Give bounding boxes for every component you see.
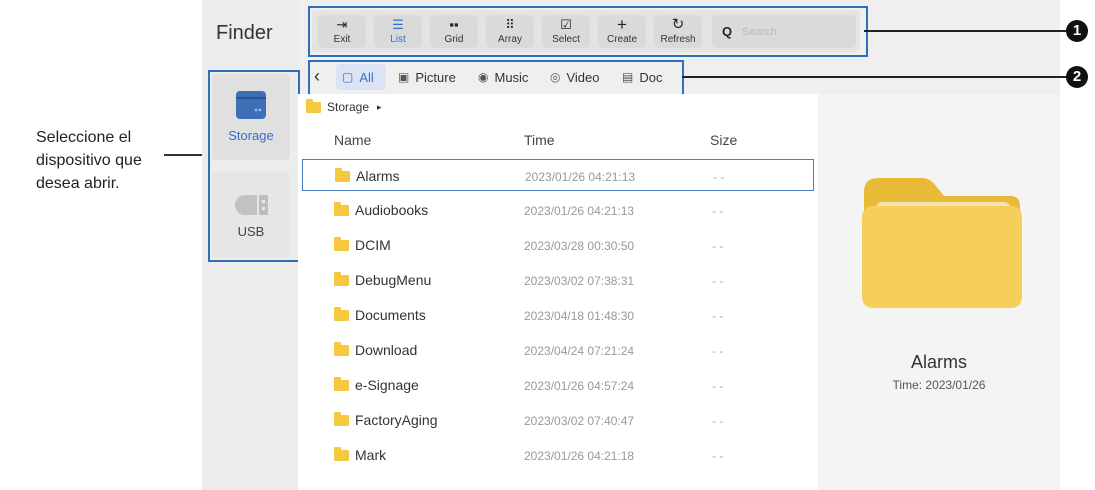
file-name: Mark: [355, 447, 387, 463]
folder-icon: [334, 376, 349, 391]
callout-line-2: [682, 76, 1068, 78]
file-time: 2023/01/26 04:57:24: [524, 379, 635, 393]
file-size: - -: [712, 344, 724, 358]
file-name: e-Signage: [355, 377, 419, 393]
folder-icon: [334, 306, 349, 321]
file-row[interactable]: Documents 2023/04/18 01:48:30 - -: [302, 299, 814, 331]
callout-number-1: 1: [1066, 20, 1088, 42]
file-size: - -: [712, 449, 724, 463]
app-title: Finder: [216, 22, 273, 44]
file-time: 2023/03/02 07:40:47: [524, 414, 635, 428]
file-time: 2023/01/26 04:21:13: [525, 170, 636, 184]
callout-number-2: 2: [1066, 66, 1088, 88]
column-header-name[interactable]: Name: [334, 132, 371, 148]
file-name: Alarms: [356, 168, 400, 184]
file-time: 2023/04/24 07:21:24: [524, 344, 635, 358]
callout-line-1: [864, 30, 1068, 32]
folder-icon: [334, 446, 349, 461]
file-time: 2023/03/02 07:38:31: [524, 274, 635, 288]
file-size: - -: [713, 170, 725, 184]
column-header-size[interactable]: Size: [710, 132, 737, 148]
file-name-cell: Documents: [334, 306, 426, 323]
file-name-cell: Alarms: [335, 167, 400, 184]
file-name-cell: DebugMenu: [334, 271, 432, 288]
column-header-time[interactable]: Time: [524, 132, 555, 148]
file-name: FactoryAging: [355, 412, 438, 428]
filter-highlight-box: [308, 60, 684, 98]
device-highlight-box: [208, 70, 300, 262]
finder-window: Finder Storage USB ⇥ Exit ☰ List ▪▪ Grid…: [202, 0, 1060, 490]
file-name-cell: Mark: [334, 446, 387, 463]
breadcrumb[interactable]: Storage ▸: [306, 98, 382, 114]
file-name-cell: Download: [334, 341, 418, 358]
file-size: - -: [712, 379, 724, 393]
file-name-cell: Audiobooks: [334, 201, 429, 218]
file-size: - -: [712, 204, 724, 218]
file-name: Documents: [355, 307, 426, 323]
file-name: DebugMenu: [355, 272, 432, 288]
file-row[interactable]: e-Signage 2023/01/26 04:57:24 - -: [302, 369, 814, 401]
folder-icon: [334, 236, 349, 251]
file-name-cell: e-Signage: [334, 376, 419, 393]
preview-time: Time: 2023/01/26: [892, 378, 986, 392]
file-size: - -: [712, 239, 724, 253]
file-row[interactable]: Audiobooks 2023/01/26 04:21:13 - -: [302, 194, 814, 226]
folder-icon: [334, 271, 349, 286]
folder-icon: [335, 167, 350, 182]
folder-icon: [334, 411, 349, 426]
breadcrumb-storage: Storage: [327, 100, 370, 114]
file-row[interactable]: Mark 2023/01/26 04:21:18 - -: [302, 439, 814, 471]
folder-icon: [334, 201, 349, 216]
file-row[interactable]: Download 2023/04/24 07:21:24 - -: [302, 334, 814, 366]
file-name: DCIM: [355, 237, 391, 253]
file-row[interactable]: DebugMenu 2023/03/02 07:38:31 - -: [302, 264, 814, 296]
file-size: - -: [712, 274, 724, 288]
file-time: 2023/04/18 01:48:30: [524, 309, 635, 323]
file-name-cell: DCIM: [334, 236, 391, 253]
folder-icon: [334, 341, 349, 356]
file-size: - -: [712, 309, 724, 323]
file-size: - -: [712, 414, 724, 428]
preview-name: Alarms: [910, 352, 967, 372]
file-name: Audiobooks: [355, 202, 429, 218]
toolbar-highlight-box: [308, 6, 868, 57]
large-folder-icon: [862, 178, 1022, 308]
file-name-cell: FactoryAging: [334, 411, 438, 428]
file-row[interactable]: DCIM 2023/03/28 00:30:50 - -: [302, 229, 814, 261]
file-row[interactable]: Alarms 2023/01/26 04:21:13 - -: [302, 159, 814, 191]
file-time: 2023/01/26 04:21:18: [524, 449, 635, 463]
device-callout-text: Seleccione el dispositivo que desea abri…: [36, 129, 142, 192]
folder-icon: [306, 98, 321, 113]
file-name: Download: [355, 342, 418, 358]
file-time: 2023/01/26 04:21:13: [524, 204, 635, 218]
file-row[interactable]: FactoryAging 2023/03/02 07:40:47 - -: [302, 404, 814, 436]
file-time: 2023/03/28 00:30:50: [524, 239, 635, 253]
breadcrumb-arrow-icon: ▸: [377, 101, 382, 112]
